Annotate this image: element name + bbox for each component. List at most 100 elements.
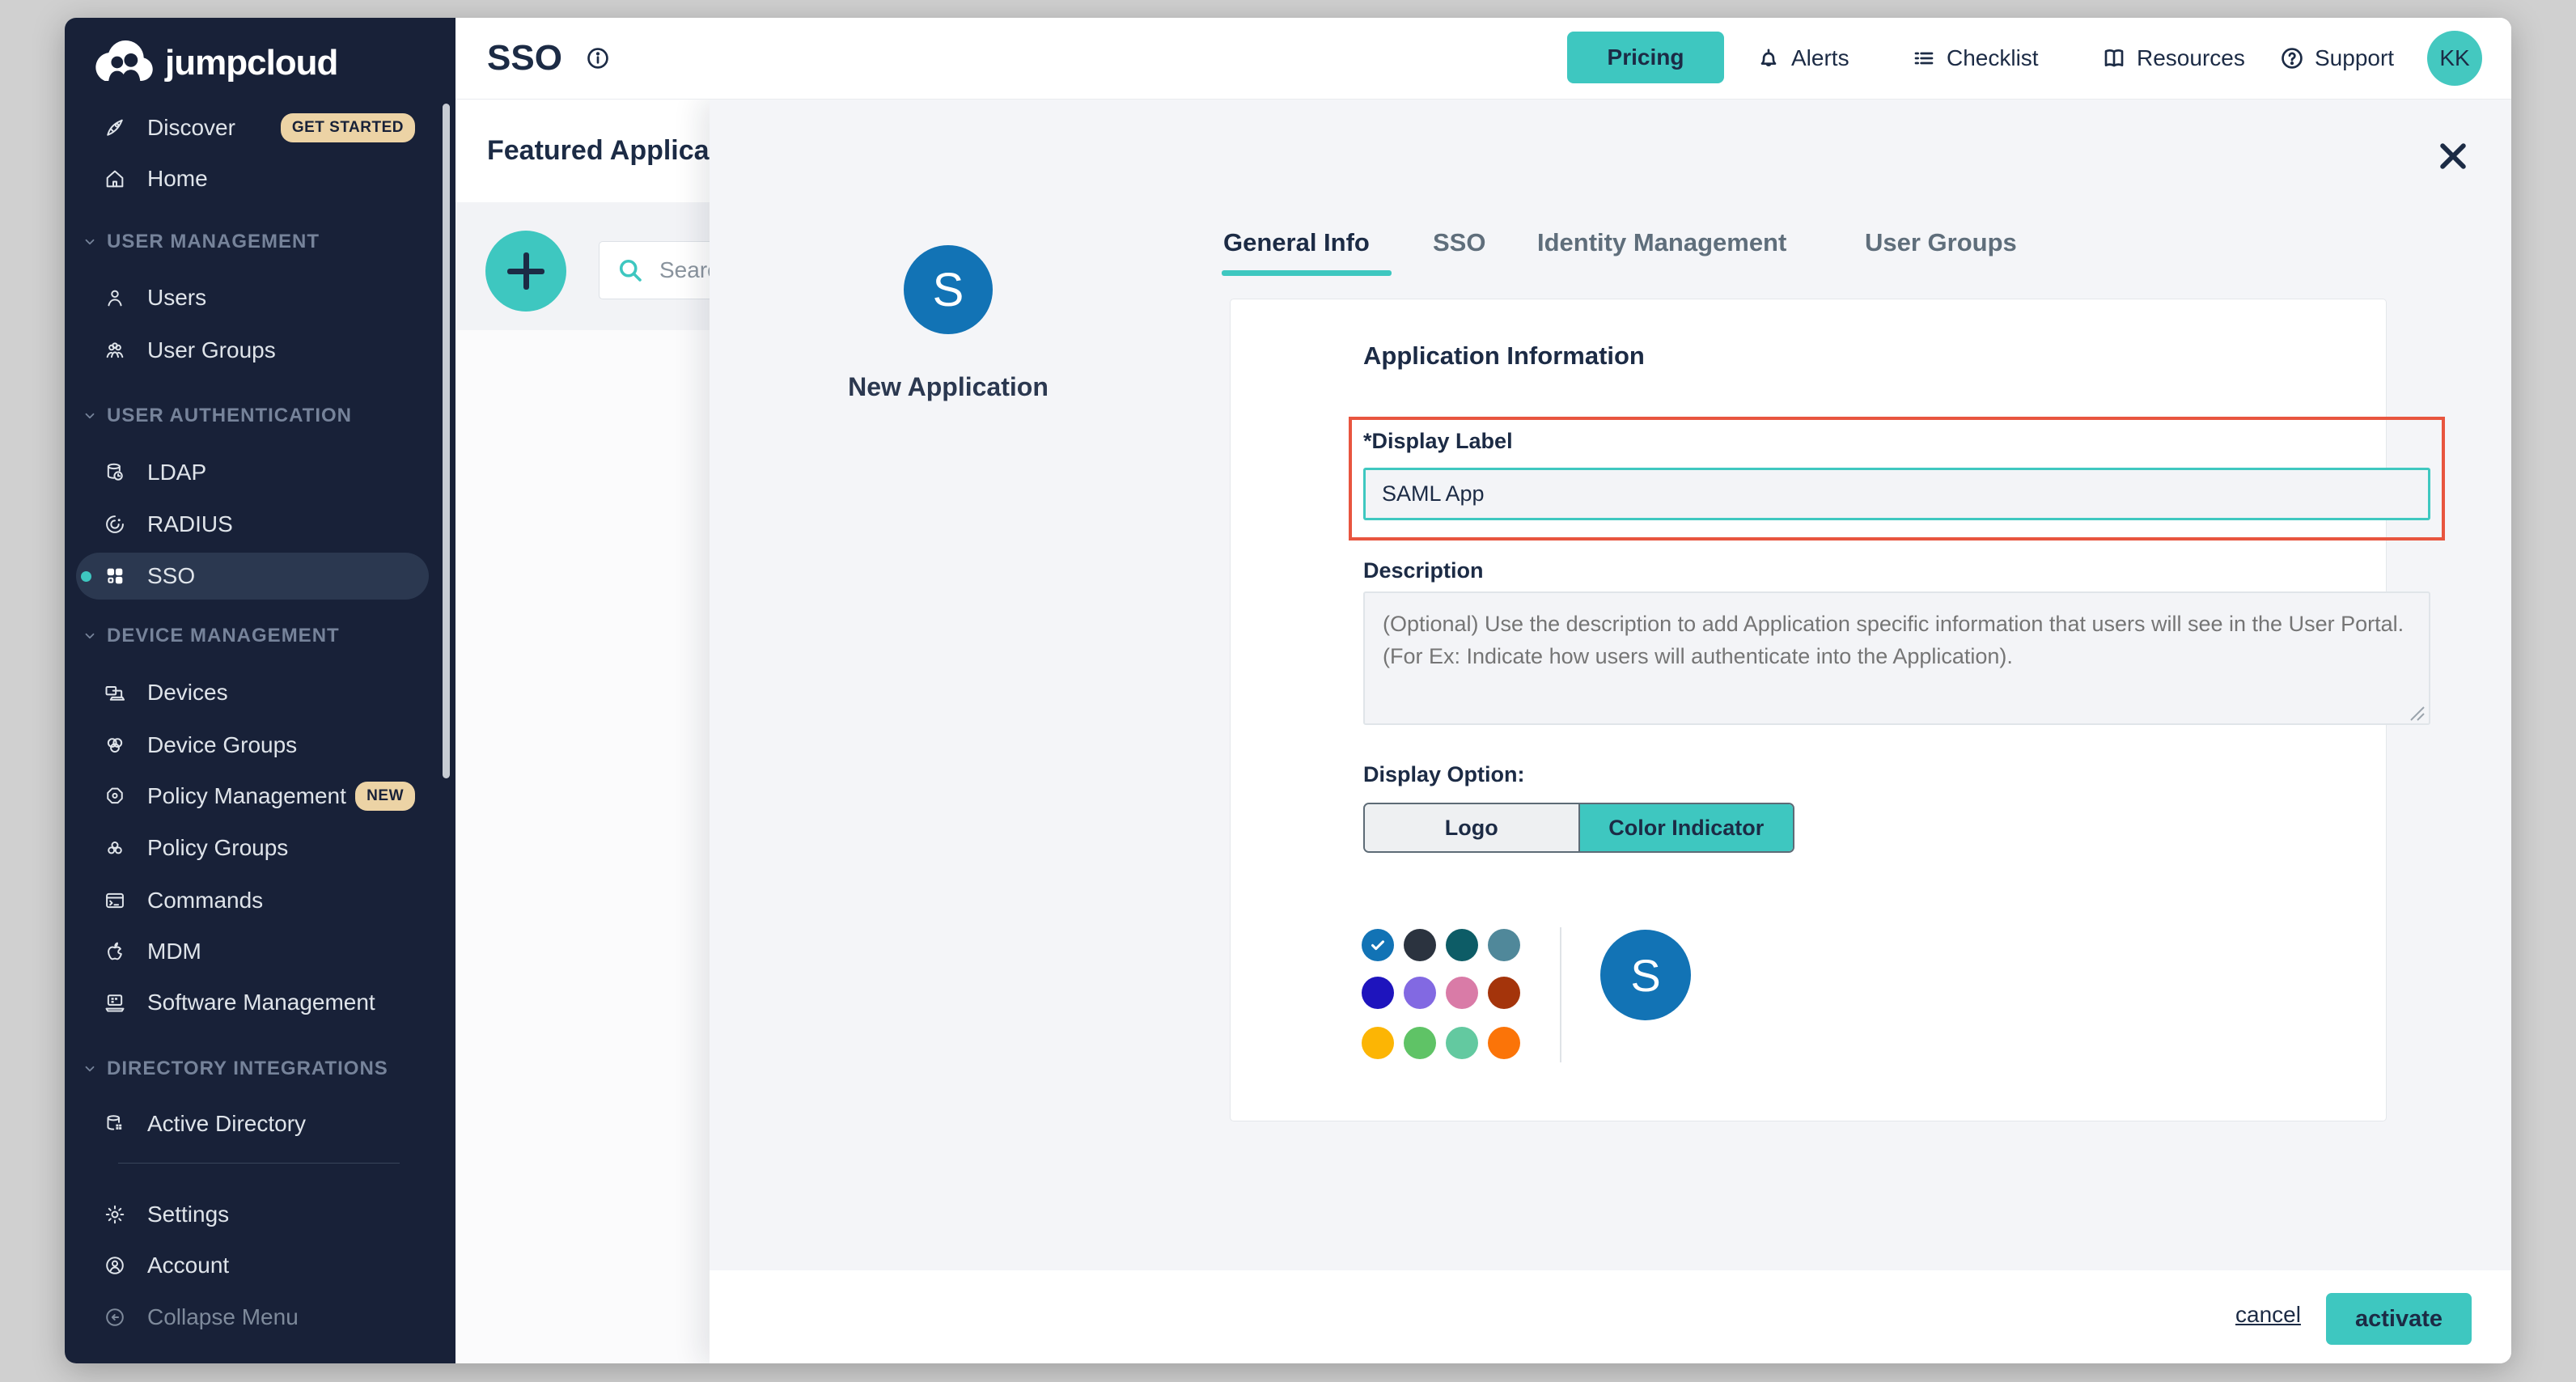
section-device-management[interactable]: DEVICE MANAGEMENT xyxy=(83,625,340,647)
page-title: SSO xyxy=(487,38,562,78)
gear-icon xyxy=(104,1203,126,1226)
color-swatch[interactable] xyxy=(1488,1027,1520,1059)
color-swatch-selected[interactable] xyxy=(1362,929,1394,961)
sidebar-item-home[interactable]: Home xyxy=(76,155,429,202)
display-label-input[interactable] xyxy=(1363,468,2430,520)
info-icon[interactable] xyxy=(585,45,611,71)
sidebar-scrollbar[interactable] xyxy=(443,104,450,778)
description-label: Description xyxy=(1363,558,1484,583)
sidebar-item-label: Policy Management xyxy=(147,783,346,809)
avatar[interactable]: KK xyxy=(2427,31,2482,86)
display-option-toggle: Logo Color Indicator xyxy=(1363,803,1794,853)
search-icon xyxy=(616,256,645,285)
sidebar-item-label: Policy Groups xyxy=(147,835,288,861)
sidebar-item-devices[interactable]: Devices xyxy=(76,669,429,716)
apple-icon xyxy=(104,940,126,963)
devices-icon xyxy=(104,681,126,704)
sidebar-item-account[interactable]: Account xyxy=(76,1242,429,1289)
user-icon xyxy=(104,286,126,309)
color-swatch[interactable] xyxy=(1488,977,1520,1009)
sidebar-item-collapse-menu[interactable]: Collapse Menu xyxy=(76,1294,429,1341)
sidebar-item-ldap[interactable]: LDAP xyxy=(76,449,429,496)
cancel-button[interactable]: cancel xyxy=(2231,1301,2306,1329)
check-icon xyxy=(1369,936,1387,954)
jumpcloud-logo[interactable]: jumpcloud xyxy=(89,37,337,88)
sidebar-item-label: Users xyxy=(147,285,206,311)
sidebar-item-active-directory[interactable]: Active Directory xyxy=(76,1100,429,1147)
software-icon xyxy=(104,991,126,1014)
close-icon[interactable] xyxy=(2435,138,2471,174)
color-swatch[interactable] xyxy=(1446,929,1478,961)
sidebar-item-label: Software Management xyxy=(147,990,375,1015)
database-clock-icon xyxy=(104,461,126,484)
home-icon xyxy=(104,167,126,190)
sidebar-item-label: Settings xyxy=(147,1202,229,1227)
tab-user-groups[interactable]: User Groups xyxy=(1865,220,2017,265)
content-area: SSO Pricing Alerts Checklist xyxy=(455,18,2511,1363)
sidebar-item-radius[interactable]: RADIUS xyxy=(76,501,429,548)
sidebar-divider xyxy=(118,1163,400,1164)
sidebar-item-policy-groups[interactable]: Policy Groups xyxy=(76,825,429,871)
tab-sso[interactable]: SSO xyxy=(1433,220,1485,265)
sidebar-item-label: Discover xyxy=(147,115,235,141)
chevron-down-icon xyxy=(83,235,97,249)
directory-icon xyxy=(104,1113,126,1135)
section-user-authentication[interactable]: USER AUTHENTICATION xyxy=(83,405,352,427)
color-swatch[interactable] xyxy=(1446,1027,1478,1059)
color-indicator-option[interactable]: Color Indicator xyxy=(1578,804,1794,851)
app-window: jumpcloud Discover GET STARTED Home USER… xyxy=(65,18,2511,1363)
pricing-button[interactable]: Pricing xyxy=(1567,32,1724,83)
top-bar: SSO Pricing Alerts Checklist xyxy=(455,18,2511,100)
color-swatch[interactable] xyxy=(1404,1027,1436,1059)
chevron-down-icon xyxy=(83,1062,97,1076)
active-tab-underline xyxy=(1222,270,1392,276)
color-preview-badge: S xyxy=(1600,930,1691,1020)
sidebar-item-label: Active Directory xyxy=(147,1111,306,1137)
app-grid-icon xyxy=(104,565,126,587)
color-swatch[interactable] xyxy=(1404,929,1436,961)
add-application-button[interactable] xyxy=(485,231,566,312)
tab-identity-management[interactable]: Identity Management xyxy=(1537,220,1786,265)
color-swatch[interactable] xyxy=(1404,977,1436,1009)
description-textarea[interactable] xyxy=(1363,591,2430,725)
sidebar-item-mdm[interactable]: MDM xyxy=(76,928,429,975)
sidebar-item-commands[interactable]: Commands xyxy=(76,877,429,924)
color-swatch[interactable] xyxy=(1446,977,1478,1009)
sidebar-item-discover[interactable]: Discover GET STARTED xyxy=(76,104,429,151)
support-button[interactable]: Support xyxy=(2279,18,2394,99)
chevron-down-icon xyxy=(83,409,97,423)
book-icon xyxy=(2101,45,2127,71)
sidebar-item-settings[interactable]: Settings xyxy=(76,1191,429,1238)
resources-button[interactable]: Resources xyxy=(2101,18,2245,99)
color-swatch[interactable] xyxy=(1488,929,1520,961)
sidebar-item-device-groups[interactable]: Device Groups xyxy=(76,722,429,769)
tab-general-info[interactable]: General Info xyxy=(1223,220,1370,265)
screenshot-backdrop: jumpcloud Discover GET STARTED Home USER… xyxy=(0,0,2576,1382)
jumpcloud-cloud-icon xyxy=(89,37,157,88)
color-swatch[interactable] xyxy=(1362,977,1394,1009)
color-swatch[interactable] xyxy=(1362,1027,1394,1059)
app-name: New Application xyxy=(770,372,1126,402)
venn-icon xyxy=(104,734,126,757)
section-directory-integrations[interactable]: DIRECTORY INTEGRATIONS xyxy=(83,1058,388,1080)
application-information-card: Application Information *Display Label D… xyxy=(1230,299,2387,1121)
checklist-button[interactable]: Checklist xyxy=(1911,18,2039,99)
alerts-button[interactable]: Alerts xyxy=(1756,18,1849,99)
sidebar-item-policy-management[interactable]: Policy Management NEW xyxy=(76,773,429,820)
activate-button[interactable]: activate xyxy=(2326,1293,2472,1345)
sidebar-item-label: Devices xyxy=(147,680,228,706)
sidebar-item-user-groups[interactable]: User Groups xyxy=(76,327,429,374)
logo-option[interactable]: Logo xyxy=(1365,804,1578,851)
section-user-management[interactable]: USER MANAGEMENT xyxy=(83,231,320,253)
active-indicator-dot xyxy=(81,571,91,582)
rocket-icon xyxy=(104,117,126,139)
sidebar-item-sso[interactable]: SSO xyxy=(76,553,429,600)
sidebar-item-software-management[interactable]: Software Management xyxy=(76,979,429,1026)
bell-icon xyxy=(1756,45,1782,71)
get-started-badge: GET STARTED xyxy=(281,113,415,142)
display-option-label: Display Option: xyxy=(1363,762,1525,787)
sidebar-item-label: SSO xyxy=(147,563,195,589)
help-icon xyxy=(2279,45,2305,71)
sidebar: jumpcloud Discover GET STARTED Home USER… xyxy=(65,18,455,1363)
sidebar-item-users[interactable]: Users xyxy=(76,274,429,321)
